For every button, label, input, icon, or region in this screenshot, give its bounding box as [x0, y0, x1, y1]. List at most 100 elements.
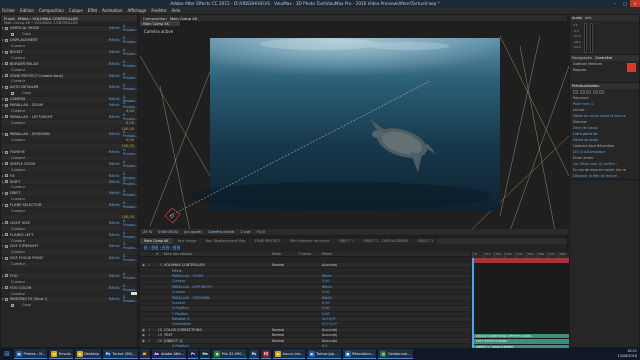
close-button[interactable]: ✕ [630, 0, 640, 7]
preview-option[interactable]: Déplacer la tête de lecture [570, 173, 639, 179]
layer-duration-bar[interactable]: COLOR CORRECTIONS (EFFECTS PANEL) [474, 333, 569, 339]
timeline-tab[interactable]: Your Displacement Map [201, 238, 250, 244]
reset-link[interactable]: Réinit. [109, 74, 123, 78]
next-frame-button[interactable] [592, 90, 598, 94]
layer-name[interactable]: PARALLAX - UP/DOWN [164, 296, 272, 300]
play-button[interactable] [586, 90, 591, 94]
about-link[interactable]: À Propos... [123, 189, 138, 197]
tab-project[interactable]: Projet [4, 16, 15, 21]
reset-link[interactable]: Réinit. [109, 256, 123, 260]
about-link[interactable]: À Propos... [123, 113, 138, 121]
taskbar-app[interactable]: Pr [188, 349, 199, 359]
blend-mode-dropdown[interactable]: Normal [272, 333, 298, 337]
last-frame-button[interactable] [599, 90, 604, 94]
menu-item-8[interactable]: Aide [171, 8, 180, 13]
effect-value[interactable]: 0,00 [119, 138, 137, 142]
fx-toggle-icon[interactable] [5, 191, 8, 195]
taskbar-app[interactable]: Me [200, 349, 211, 359]
layer-name[interactable]: COLOR CORRECTIONS [164, 328, 272, 332]
tab-character[interactable]: Caractère [595, 56, 612, 60]
taskbar-app[interactable]: Ps [248, 349, 259, 359]
fx-toggle-icon[interactable] [5, 180, 8, 184]
checkbox[interactable] [11, 303, 14, 307]
fx-toggle-icon[interactable] [5, 132, 8, 136]
first-frame-button[interactable] [573, 90, 578, 94]
menu-item-0[interactable]: Fichier [2, 8, 15, 13]
visibility-eye-icon[interactable]: ◉ ♪ [140, 339, 156, 343]
property-value[interactable]: Réinit. [322, 296, 333, 300]
reset-link[interactable]: Réinit. [109, 50, 123, 54]
about-link[interactable]: À Propos... [123, 242, 138, 250]
taskbar-app[interactable]: ▣ Tortue.jpg ... [306, 349, 341, 359]
layer-name[interactable]: TEXT [164, 333, 272, 337]
property-value[interactable]: Réinit. [322, 274, 333, 278]
composition-viewer[interactable]: Caméra active [140, 26, 569, 231]
visibility-eye-icon[interactable]: ◉ ♪ [140, 333, 156, 337]
viewer-control-2[interactable]: (un quart) [184, 230, 202, 234]
taskbar-app[interactable]: ◉ Mix $2,990... [212, 349, 247, 359]
reset-link[interactable]: Réinit. [109, 150, 123, 154]
viewer-control-0[interactable]: 25 % [143, 230, 152, 234]
tab-preview[interactable]: Prévisualisation [572, 84, 599, 88]
parent-dropdown[interactable]: Aucun(e) [322, 339, 362, 343]
about-link[interactable]: À Propos... [123, 178, 138, 186]
fx-toggle-icon[interactable] [5, 62, 8, 66]
reset-link[interactable]: Réinit. [109, 221, 123, 225]
parent-dropdown[interactable]: Aucun(e) [322, 333, 362, 337]
reset-link[interactable]: Réinit. [109, 62, 123, 66]
windows-start-icon[interactable]: ⊞ [2, 349, 12, 359]
timeline-tab[interactable]: Film d'atterrir de cercle [285, 238, 334, 244]
layer-name[interactable]: Y Position [164, 312, 272, 316]
text-color-swatch[interactable] [627, 62, 636, 72]
property-value[interactable]: 0,00 [322, 312, 330, 316]
reset-link[interactable]: Réinit. [109, 274, 123, 278]
reset-link[interactable]: Réinit. [109, 233, 123, 237]
checkbox[interactable] [11, 91, 14, 95]
layer-name[interactable]: Curseur [164, 279, 272, 283]
menu-item-7[interactable]: Fenêtre [151, 8, 166, 13]
reset-link[interactable]: Réinit. [109, 26, 123, 30]
layer-name[interactable]: Curseur [164, 290, 272, 294]
layer-duration-bar[interactable]: TEXT (EFFECTS PANEL) [474, 339, 569, 344]
menu-item-5[interactable]: Animation [102, 8, 122, 13]
tab-main-comp[interactable]: Main Comp 4K [170, 16, 197, 21]
about-link[interactable]: À Propos... [123, 254, 138, 262]
property-value[interactable]: 0,00 [322, 279, 330, 283]
property-value[interactable]: 0x+0,0° [322, 317, 336, 321]
fx-toggle-icon[interactable] [5, 97, 8, 101]
tab-composition[interactable]: Composition [143, 16, 167, 21]
menu-item-1[interactable]: Edition [20, 8, 34, 13]
about-link[interactable]: À Propos... [123, 201, 138, 209]
fx-toggle-icon[interactable] [5, 221, 8, 225]
timeline-tab[interactable]: OBJECT 1 - DISPLACEMENT [359, 238, 413, 244]
about-link[interactable]: À Propos... [123, 231, 138, 239]
reset-link[interactable]: Réinit. [109, 85, 123, 89]
col-layer-name[interactable]: Nom des calques [164, 252, 272, 256]
layer-name[interactable]: Effets [164, 269, 272, 273]
layer-name[interactable]: PARALLAX - LEFT/RIGHT [164, 285, 272, 289]
timeline-tab[interactable]: Your Image [173, 238, 201, 244]
fx-toggle-icon[interactable] [5, 256, 8, 260]
layer-name[interactable]: Curseur [164, 301, 272, 305]
taskbar-app[interactable]: ▣ Photos - N... [14, 349, 48, 359]
fx-toggle-icon[interactable] [5, 274, 8, 278]
fx-toggle-icon[interactable] [5, 244, 8, 248]
timeline-tab[interactable]: Main Comp 4K [140, 238, 173, 244]
about-link[interactable]: À Propos... [123, 272, 138, 280]
reset-link[interactable]: Réinit. [109, 115, 123, 119]
font-style-dropdown[interactable]: Regular [573, 68, 586, 72]
about-link[interactable]: À Propos... [123, 48, 138, 56]
reset-link[interactable]: Réinit. [109, 286, 123, 290]
effect-value[interactable]: 0,00 [119, 121, 137, 125]
taskbar-app[interactable]: ■ Résolution... [342, 349, 377, 359]
fx-toggle-icon[interactable] [5, 38, 8, 42]
system-clock[interactable]: 16:21 13/08/2016 [617, 349, 640, 358]
reset-link[interactable]: Réinit. [109, 97, 123, 101]
fx-toggle-icon[interactable] [5, 85, 8, 89]
taskbar-app[interactable]: ▬ Aucun (es.. [272, 349, 305, 359]
about-link[interactable]: À Propos... [123, 148, 138, 156]
layer-name[interactable]: Orientation [164, 322, 272, 326]
camera-gizmo[interactable] [164, 207, 181, 224]
taskbar-app[interactable]: FZ [260, 349, 271, 359]
visibility-eye-icon[interactable]: ◉ ♪ [140, 263, 156, 267]
